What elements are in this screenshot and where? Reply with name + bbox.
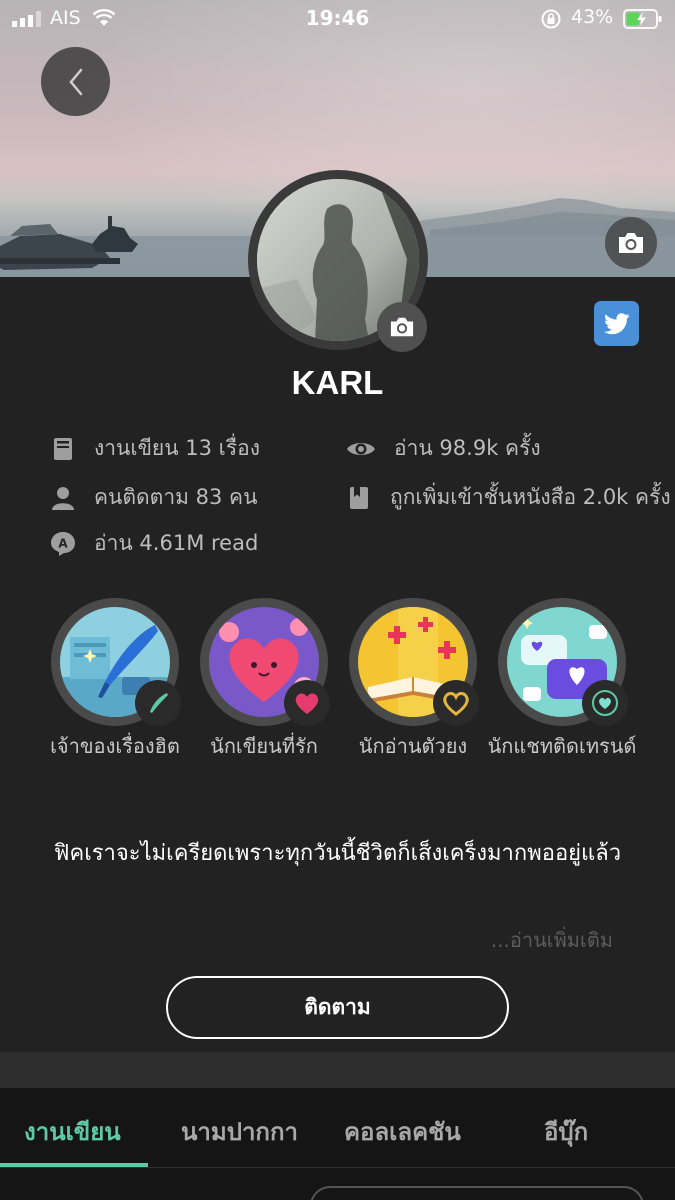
read-more-link[interactable]: ...อ่านเพิ่มเติม xyxy=(491,924,613,956)
book-icon xyxy=(50,436,76,462)
gold-heart-mini-icon xyxy=(433,680,479,726)
camera-icon xyxy=(619,233,643,253)
profile-bio: ฟิคเราจะไม่เครียดเพราะทุกวันนี้ชีวิตก็เส… xyxy=(53,841,622,866)
change-cover-button[interactable] xyxy=(605,217,657,269)
change-avatar-button[interactable] xyxy=(377,302,427,352)
badge-label: นักเขียนที่รัก xyxy=(210,734,318,758)
profile-tabs: งานเขียน นามปากกา คอลเลคชัน อีบุ๊ก xyxy=(0,1088,675,1200)
badge-label: นักแชทติดเทรนด์ xyxy=(487,734,637,758)
stat-followers-text: คนติดตาม 83 คน xyxy=(94,485,258,509)
back-button[interactable] xyxy=(41,47,110,116)
tab-divider xyxy=(0,1167,675,1168)
stat-views-text: อ่าน 98.9k ครั้ง xyxy=(394,436,541,460)
badge-label: เจ้าของเรื่องฮิต xyxy=(50,734,180,758)
camera-icon xyxy=(390,317,414,337)
stat-views: อ่าน 98.9k ครั้ง xyxy=(346,432,541,465)
status-bar: AIS 19:46 43% xyxy=(0,0,675,40)
battery-percentage: 43% xyxy=(571,6,614,28)
section-divider xyxy=(0,1052,675,1088)
person-icon xyxy=(50,485,76,511)
battery-charging-icon xyxy=(623,9,662,29)
stat-reads: A อ่าน 4.61M read xyxy=(50,527,258,560)
quill-mini-icon xyxy=(135,680,181,726)
chevron-left-icon xyxy=(68,68,82,95)
read-a-icon: A xyxy=(50,531,76,557)
tab-ebooks[interactable]: อีบุ๊ก xyxy=(544,1112,588,1151)
stat-shelf-text: ถูกเพิ่มเข้าชั้นหนังสือ 2.0k ครั้ง xyxy=(390,485,671,509)
orientation-lock-icon xyxy=(541,9,561,29)
twitter-link-button[interactable] xyxy=(594,301,639,346)
eye-icon xyxy=(346,436,376,462)
profile-name: KARL xyxy=(291,364,384,401)
tab-works[interactable]: งานเขียน xyxy=(24,1112,121,1151)
stat-reads-text: อ่าน 4.61M read xyxy=(94,531,259,555)
stat-works: งานเขียน 13 เรื่อง xyxy=(50,432,260,465)
twitter-bird-icon xyxy=(603,312,630,334)
chat-heart-mini-icon xyxy=(582,680,628,726)
active-tab-indicator xyxy=(0,1163,148,1167)
stat-works-text: งานเขียน 13 เรื่อง xyxy=(94,436,260,460)
bookmark-book-icon xyxy=(346,485,372,511)
stat-shelf: ถูกเพิ่มเข้าชั้นหนังสือ 2.0k ครั้ง xyxy=(346,481,671,514)
sort-pill[interactable] xyxy=(310,1186,644,1200)
tab-collections[interactable]: คอลเลคชัน xyxy=(344,1112,461,1151)
stat-followers: คนติดตาม 83 คน xyxy=(50,481,257,514)
badge-label: นักอ่านตัวยง xyxy=(358,734,468,758)
heart-mini-icon xyxy=(284,680,330,726)
follow-button[interactable]: ติดตาม xyxy=(166,976,509,1039)
svg-text:A: A xyxy=(58,536,68,550)
tab-pen-names[interactable]: นามปากกา xyxy=(181,1112,298,1151)
